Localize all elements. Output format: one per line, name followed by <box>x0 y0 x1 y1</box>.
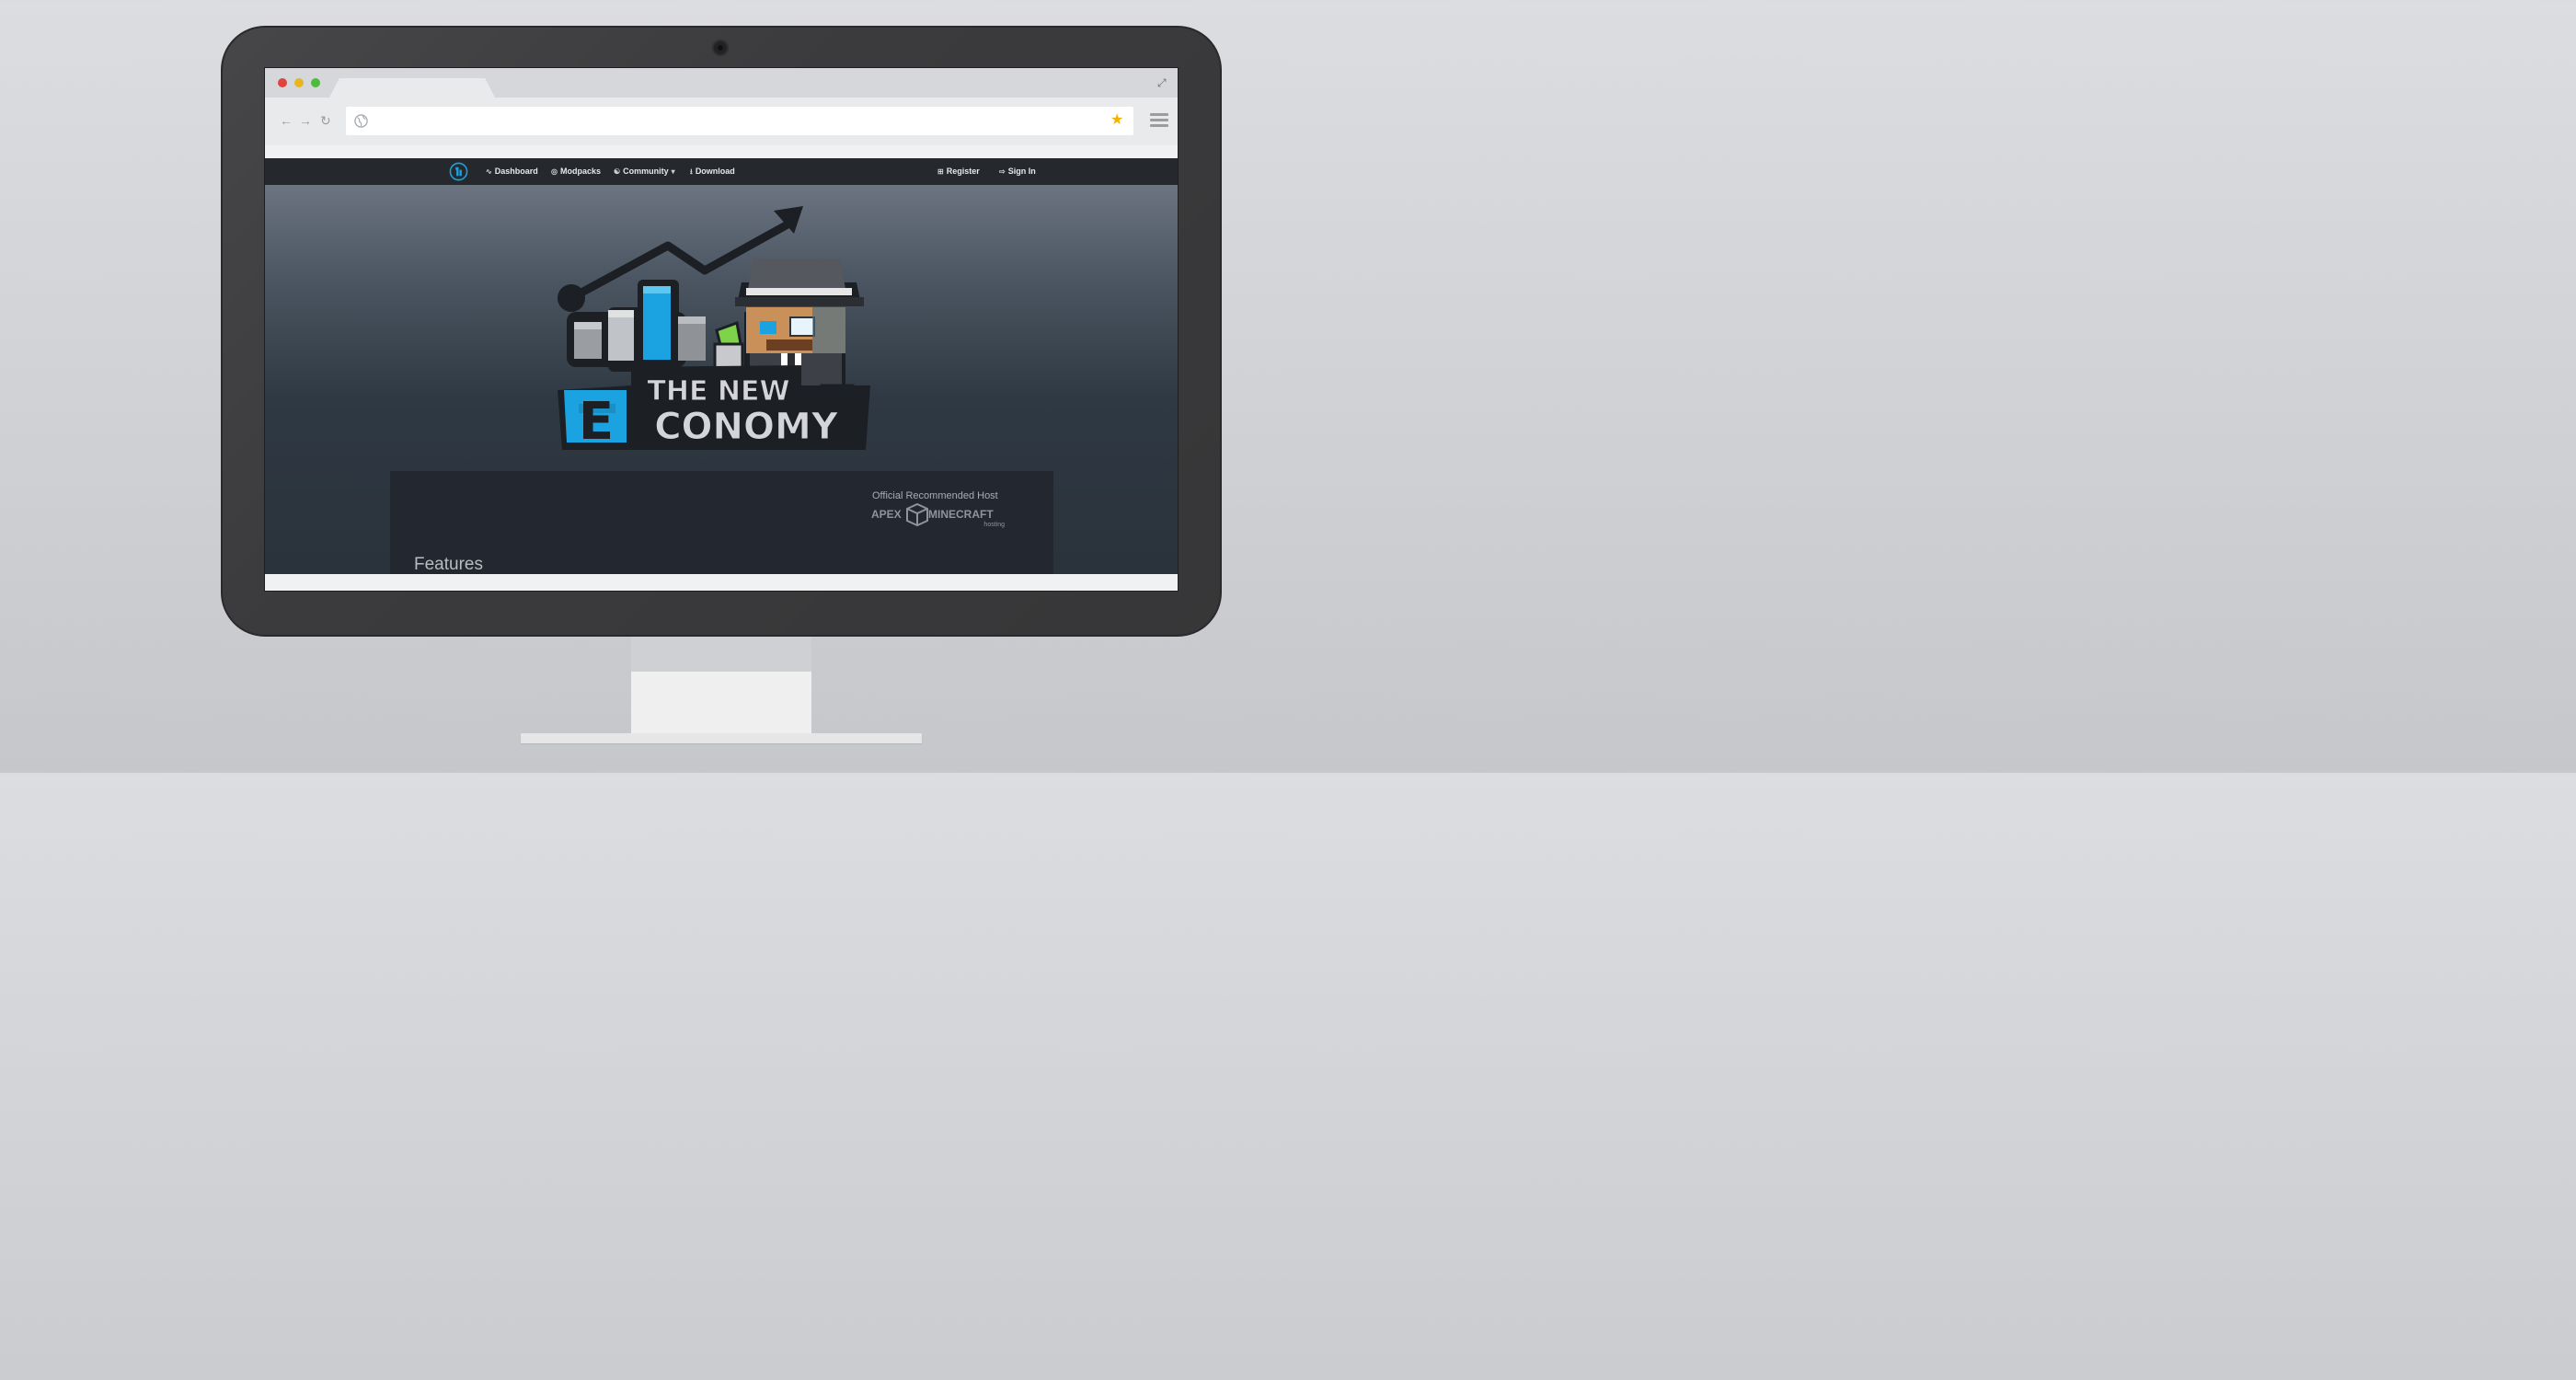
window-minimize-button[interactable] <box>294 78 304 87</box>
rss-icon: ∿ <box>486 167 492 176</box>
nav-modpacks-link[interactable]: ◎ Modpacks <box>551 167 601 176</box>
nav-signin-label: Sign In <box>1007 167 1036 176</box>
window-close-button[interactable] <box>278 78 287 87</box>
apex-minecraft-logo[interactable]: APEX MINECRAFT hosting <box>870 503 1008 529</box>
the-new-economy-logo: E THE NEW CONOMY <box>558 206 870 450</box>
nav-register-link[interactable]: ⊞ Register <box>937 167 980 176</box>
page-top-gap <box>265 145 1178 158</box>
nav-signin-link[interactable]: ⇨ Sign In <box>999 167 1036 176</box>
host-label: Official Recommended Host <box>872 490 998 501</box>
host-brand-right: MINECRAFT <box>928 508 994 521</box>
window-maximize-button[interactable] <box>311 78 320 87</box>
nav-dashboard-label: Dashboard <box>494 167 538 176</box>
monitor-stand-neck <box>631 637 811 734</box>
globe-icon <box>354 114 368 128</box>
monitor-screen: ⤢ ← → ↻ ★ ∿ Dashboard ◎ Modpacks ☯ Communit… <box>264 67 1179 592</box>
reload-icon[interactable]: ↻ <box>320 114 331 127</box>
monitor-stand-base <box>521 733 922 743</box>
browser-tab[interactable] <box>329 78 495 98</box>
plus-square-icon: ⊞ <box>937 167 944 176</box>
nav-community-label: Community <box>623 167 669 176</box>
site-logo-icon[interactable] <box>449 162 468 181</box>
features-heading: Features <box>414 555 483 574</box>
caret-down-icon: ▾ <box>671 167 675 176</box>
host-brand-left: APEX <box>871 508 902 521</box>
logo-line-1: THE NEW <box>647 375 789 408</box>
nav-community-dropdown[interactable]: ☯ Community ▾ <box>614 167 678 176</box>
star-icon[interactable]: ★ <box>1110 112 1123 129</box>
host-brand-sub: hosting <box>983 522 1005 528</box>
page-bottom-bar <box>265 574 1178 591</box>
nav-download-label: Download <box>695 167 735 176</box>
nav-download-link[interactable]: ⭳ Download <box>690 167 735 179</box>
dashboard-icon: ◎ <box>551 167 558 176</box>
address-bar[interactable] <box>346 107 1133 135</box>
arrow-left-icon[interactable]: ← <box>280 114 293 127</box>
camera-icon <box>712 40 729 56</box>
logo-line-2: CONOMY <box>654 406 839 448</box>
arrow-right-icon[interactable]: → <box>299 114 312 127</box>
nav-modpacks-label: Modpacks <box>559 167 601 176</box>
users-icon: ☯ <box>614 167 621 176</box>
hamburger-menu-icon[interactable] <box>1150 113 1168 130</box>
sign-in-icon: ⇨ <box>999 167 1006 176</box>
nav-register-label: Register <box>946 167 980 176</box>
nav-dashboard-link[interactable]: ∿ Dashboard <box>486 167 538 176</box>
logo-letter: E <box>579 392 614 450</box>
download-icon: ⭳ <box>690 167 693 176</box>
expand-icon[interactable]: ⤢ <box>1157 76 1167 90</box>
